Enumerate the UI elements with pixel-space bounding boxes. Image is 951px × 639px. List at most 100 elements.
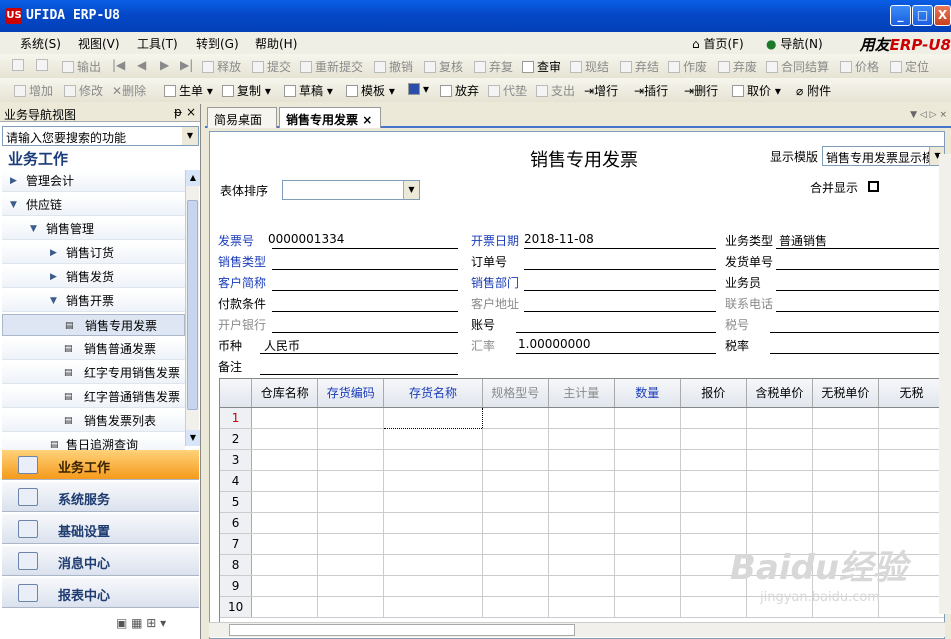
grid-cell[interactable] <box>317 554 385 576</box>
maximize-button[interactable]: □ <box>912 5 933 26</box>
grid-cell[interactable] <box>680 470 747 492</box>
grid-cell[interactable] <box>251 554 319 576</box>
column-header[interactable]: 报价 <box>680 379 747 408</box>
nav-button-system-service[interactable]: 系统服务 <box>2 482 199 512</box>
delete-button[interactable]: ✕删除 <box>112 82 146 99</box>
minimize-button[interactable]: _ <box>890 5 911 26</box>
grid-cell[interactable] <box>878 428 944 450</box>
tree-item-sales-order[interactable]: ▶ 销售订货 <box>2 242 185 264</box>
print-button[interactable] <box>12 58 27 72</box>
grid-cell[interactable] <box>251 449 319 471</box>
tree-item-supply-chain[interactable]: ▼ 供应链 <box>2 194 185 216</box>
form-vertical-scrollbar[interactable] <box>939 154 951 614</box>
grid-cell[interactable] <box>482 596 549 618</box>
expense-button[interactable]: 支出 <box>536 82 575 99</box>
cash-settle-button[interactable]: 现结 <box>570 58 609 75</box>
grid-cell[interactable] <box>482 491 549 513</box>
display-template-select[interactable]: 销售专用发票显示模版 ▼ <box>822 146 944 166</box>
tree-item-red-normal-invoice[interactable]: ▤ 红字普通销售发票 <box>2 386 185 408</box>
home-link[interactable]: ⌂ 首页(F) <box>692 35 744 52</box>
void-button[interactable]: 作废 <box>668 58 707 75</box>
grid-cell[interactable] <box>383 406 483 429</box>
grid-cell[interactable] <box>746 470 813 492</box>
nav-button-business-work[interactable]: 业务工作 <box>2 450 199 480</box>
release-button[interactable]: 释放 <box>202 58 241 75</box>
biz-type-value[interactable]: 普通销售 <box>779 232 827 249</box>
column-header[interactable]: 主计量 <box>548 379 615 408</box>
revoke-button[interactable]: 撤销 <box>374 58 413 75</box>
chevron-down-icon[interactable]: ▼ <box>182 127 198 145</box>
grid-cell[interactable] <box>317 428 385 450</box>
table-row[interactable]: 6 <box>220 512 944 534</box>
grid-cell[interactable] <box>317 407 385 429</box>
grid-cell[interactable] <box>614 470 681 492</box>
fetch-price-button[interactable]: 取价 ▾ <box>732 82 781 99</box>
grid-cell[interactable] <box>251 596 319 618</box>
grid-cell[interactable] <box>878 449 944 471</box>
column-header[interactable]: 无税 <box>878 379 944 408</box>
unreview-button[interactable]: 弃复 <box>474 58 513 75</box>
grid-cell[interactable] <box>482 428 549 450</box>
grid-cell[interactable] <box>317 512 385 534</box>
insert-row-button[interactable]: ⇥插行 <box>634 82 668 99</box>
grid-cell[interactable] <box>746 491 813 513</box>
draft-button[interactable]: 草稿 ▾ <box>284 82 333 99</box>
advance-button[interactable]: 代垫 <box>488 82 527 99</box>
grid-cell[interactable] <box>746 428 813 450</box>
grid-cell[interactable] <box>614 554 681 576</box>
table-row[interactable]: 5 <box>220 491 944 513</box>
menu-view[interactable]: 视图(V) <box>78 35 120 52</box>
close-nav-icon[interactable]: × <box>186 105 196 119</box>
grid-cell[interactable] <box>317 470 385 492</box>
grid-cell[interactable] <box>680 449 747 471</box>
grid-cell[interactable] <box>482 575 549 597</box>
scroll-up-icon[interactable]: ▲ <box>186 170 200 186</box>
column-header[interactable]: 无税单价 <box>812 379 879 408</box>
column-header[interactable]: 规格型号 <box>482 379 549 408</box>
generate-button[interactable]: 生单 ▾ <box>164 82 213 99</box>
tab-simple-desktop[interactable]: 简易桌面 <box>207 107 277 128</box>
grid-cell[interactable] <box>251 575 319 597</box>
contract-settle-button[interactable]: 合同结算 <box>766 58 829 75</box>
grid-cell[interactable] <box>251 428 319 450</box>
menu-tools[interactable]: 工具(T) <box>137 35 178 52</box>
grid-cell[interactable] <box>548 596 615 618</box>
nav-button-message-center[interactable]: 消息中心 <box>2 546 199 576</box>
navigate-link[interactable]: ● 导航(N) <box>766 35 823 52</box>
last-record-button[interactable]: ▶| <box>180 58 193 72</box>
audit-button[interactable]: 查审 <box>522 58 561 75</box>
grid-cell[interactable] <box>614 428 681 450</box>
copy-button[interactable]: 复制 ▾ <box>222 82 271 99</box>
grid-cell[interactable] <box>383 554 483 576</box>
review-button[interactable]: 复核 <box>424 58 463 75</box>
grid-cell[interactable] <box>548 491 615 513</box>
tree-item-sales-invoicing[interactable]: ▼ 销售开票 <box>2 290 185 312</box>
export-button[interactable]: 输出 <box>62 58 101 75</box>
grid-cell[interactable] <box>614 575 681 597</box>
grid-cell[interactable] <box>251 470 319 492</box>
grid-cell[interactable] <box>251 512 319 534</box>
grid-cell[interactable] <box>548 512 615 534</box>
pin-icon[interactable]: ᵽ <box>174 105 182 119</box>
grid-cell[interactable] <box>383 512 483 534</box>
grid-cell[interactable] <box>812 407 879 429</box>
menu-system[interactable]: 系统(S) <box>20 35 61 52</box>
grid-cell[interactable] <box>383 470 483 492</box>
submit-button[interactable]: 提交 <box>252 58 291 75</box>
grid-cell[interactable] <box>548 470 615 492</box>
edit-button[interactable]: 修改 <box>64 82 103 99</box>
grid-cell[interactable] <box>680 491 747 513</box>
grid-cell[interactable] <box>878 407 944 429</box>
grid-cell[interactable] <box>383 575 483 597</box>
price-button[interactable]: 价格 <box>840 58 879 75</box>
exchange-rate-value[interactable]: 1.00000000 <box>518 337 591 351</box>
add-row-button[interactable]: ⇥增行 <box>584 82 618 99</box>
grid-cell[interactable] <box>812 491 879 513</box>
column-header[interactable]: 数量 <box>614 379 681 408</box>
nav-footer-icons[interactable]: ▣ ▦ ⊞ ▾ <box>116 616 166 630</box>
grid-cell[interactable] <box>746 449 813 471</box>
first-record-button[interactable]: |◀ <box>112 58 125 72</box>
grid-cell[interactable] <box>878 596 944 618</box>
tab-special-invoice[interactable]: 销售专用发票 × <box>279 107 381 128</box>
grid-cell[interactable] <box>383 449 483 471</box>
